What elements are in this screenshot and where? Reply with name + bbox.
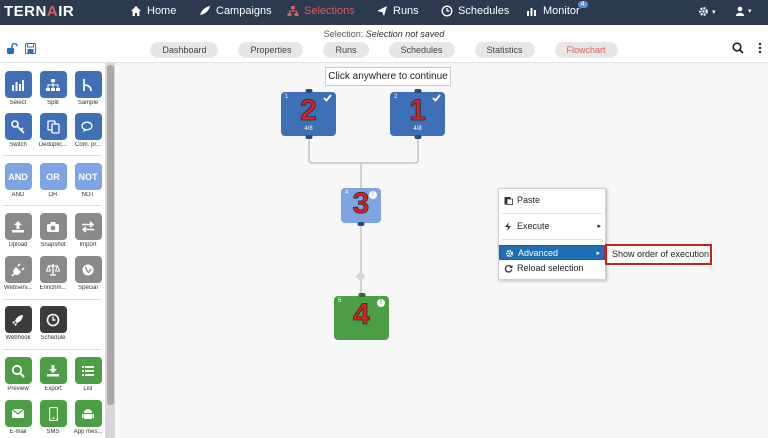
node-count: 4/8 — [304, 126, 313, 132]
menu-item-label: Paste — [517, 195, 541, 205]
clipboard-icon — [504, 197, 513, 205]
node-input-port[interactable] — [305, 89, 312, 93]
menu-item-label: Reload selection — [517, 263, 584, 273]
node-input-port[interactable] — [358, 293, 365, 297]
bolt-icon — [505, 222, 511, 231]
node-output-port[interactable] — [305, 135, 312, 139]
refresh-icon — [504, 264, 513, 273]
execution-order-number: 2 — [300, 94, 317, 128]
menu-item-paste[interactable]: Paste — [499, 193, 605, 208]
menu-item-label: Advanced — [518, 248, 559, 258]
node-output-port[interactable] — [357, 222, 365, 226]
continue-hint[interactable]: Click anywhere to continue — [325, 67, 451, 86]
execution-order-number: 4 — [353, 298, 370, 332]
menu-item-reload-selection[interactable]: Reload selection — [499, 261, 605, 276]
flow-node-select-2[interactable]: 2 1 4/8 — [390, 89, 445, 139]
execution-order-number: 3 — [352, 187, 370, 221]
caret-right-icon: ▸ — [597, 223, 601, 230]
caret-right-icon: ▸ — [596, 250, 600, 257]
menu-item-label: Execute — [517, 221, 550, 231]
execution-order-number: 1 — [409, 94, 426, 128]
submenu-show-order-of-execution[interactable]: Show order of execution — [605, 244, 712, 265]
menu-item-execute[interactable]: Execute ▸ — [499, 219, 605, 234]
node-input-port[interactable] — [414, 89, 421, 93]
context-menu: Paste Execute ▸ Advanced ▸ Reload select… — [498, 188, 606, 280]
flow-node-select-1[interactable]: 1 2 4/8 — [281, 89, 336, 139]
node-count: 4/8 — [413, 126, 422, 132]
menu-divider — [502, 213, 602, 214]
menu-item-advanced[interactable]: Advanced ▸ — [499, 245, 605, 260]
flow-node-and[interactable]: 4 ! 3 — [341, 187, 381, 226]
gear-icon — [505, 249, 514, 258]
menu-divider — [502, 239, 602, 240]
flow-node-output[interactable]: 5 ! 4 — [334, 293, 389, 340]
flow-connectors — [308, 138, 419, 296]
node-output-port[interactable] — [414, 135, 421, 139]
